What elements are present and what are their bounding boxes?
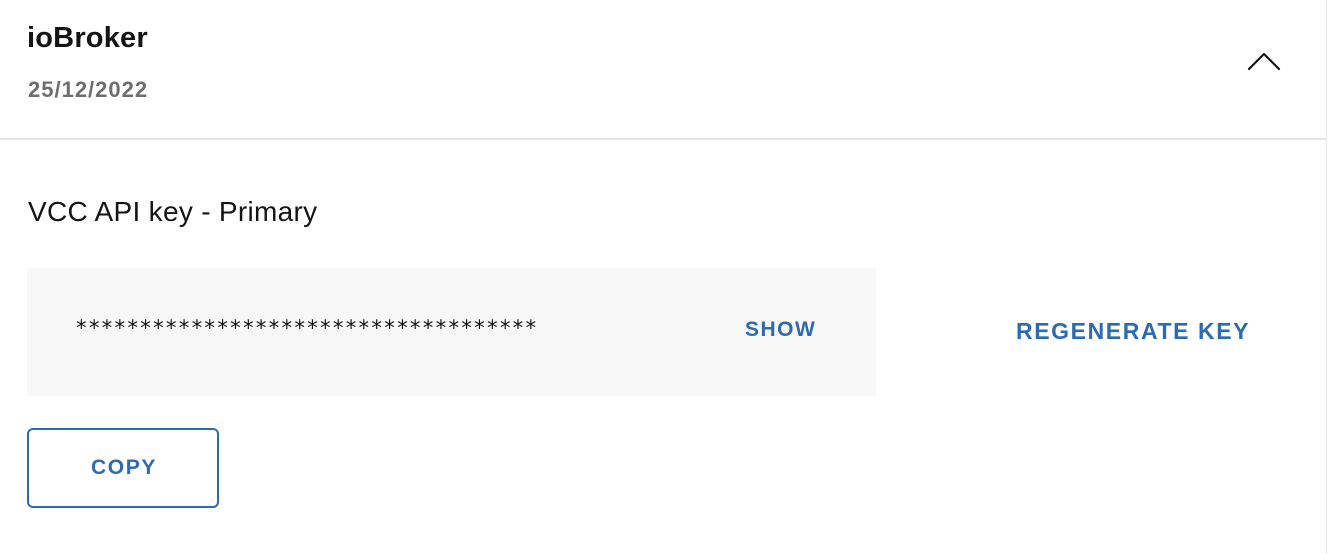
copy-button-label: COPY [91, 456, 157, 479]
api-key-label: VCC API key - Primary [28, 196, 318, 227]
api-key-card: ioBroker 25/12/2022 VCC API key - Primar… [0, 0, 1327, 554]
show-key-button[interactable]: SHOW [745, 318, 816, 342]
api-key-field: ************************************ SHO… [27, 268, 876, 396]
chevron-up-icon[interactable] [1244, 48, 1284, 74]
masked-api-key: ************************************ [75, 316, 538, 340]
card-header[interactable]: ioBroker 25/12/2022 [0, 0, 1326, 140]
regenerate-key-button[interactable]: REGENERATE KEY [1016, 318, 1250, 345]
card-date: 25/12/2022 [28, 77, 149, 102]
card-title: ioBroker [27, 22, 148, 54]
copy-button[interactable]: COPY [27, 428, 219, 508]
